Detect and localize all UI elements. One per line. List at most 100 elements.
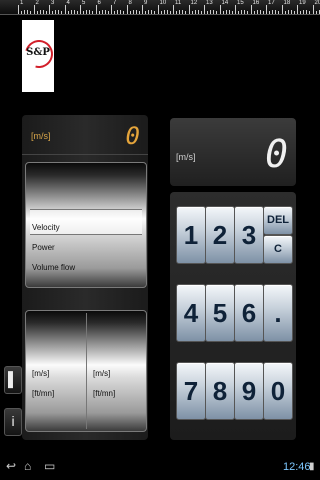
picker-item-velocity[interactable]: Velocity	[32, 223, 60, 232]
ruler-minor-tick	[269, 11, 271, 14]
ruler-minor-tick	[114, 11, 116, 14]
home-icon[interactable]: ⌂	[24, 459, 31, 473]
ruler-minor-tick	[129, 11, 131, 14]
delete-button[interactable]: DEL	[263, 206, 293, 235]
key-3[interactable]: 3	[234, 206, 264, 264]
ruler: 1 2 3 4 5 6 7 8 9 10 11 12 13 14 15 16 17 18 19 20	[0, 0, 320, 15]
ruler-minor-tick	[216, 11, 218, 14]
ruler-major-tick	[111, 5, 112, 14]
back-icon[interactable]: ↩	[6, 459, 16, 473]
ruler-minor-tick	[160, 11, 162, 14]
ruler-minor-tick	[36, 11, 38, 14]
ruler-major-tick	[126, 5, 128, 14]
ruler-major-tick	[188, 5, 190, 14]
unit-picker-left-top: [m/s]	[32, 369, 50, 378]
ruler-major-tick	[204, 5, 205, 14]
ruler-minor-tick	[92, 11, 94, 14]
picker-item-power[interactable]: Power	[32, 243, 55, 252]
ruler-minor-tick	[284, 11, 286, 14]
ruler-number: 7	[113, 0, 117, 6]
signal-icon: ▮	[309, 461, 315, 472]
ruler-minor-tick	[107, 11, 109, 14]
ruler-major-tick	[173, 5, 174, 14]
ruler-minor-tick	[213, 10, 215, 14]
ruler-number: 10	[159, 0, 167, 6]
key-4[interactable]: 4	[176, 284, 206, 342]
display-unit-label: [m/s]	[176, 152, 196, 162]
ruler-minor-tick	[179, 10, 181, 14]
key-9[interactable]: 9	[234, 362, 264, 420]
clear-button[interactable]: C	[263, 235, 293, 264]
ruler-major-tick	[266, 5, 267, 14]
ruler-number: 16	[252, 0, 260, 6]
ruler-number: 13	[206, 0, 213, 6]
ruler-minor-tick	[67, 11, 69, 14]
ruler-number: 5	[82, 0, 86, 6]
unit-picker[interactable]: [m/s] [ft/mn] [m/s] [ft/mn]	[25, 310, 147, 432]
ruler-minor-tick	[200, 11, 202, 14]
ruler-minor-tick	[207, 11, 209, 14]
ruler-major-tick	[235, 5, 236, 14]
ruler-minor-tick	[39, 10, 41, 14]
recent-apps-icon[interactable]: ▭	[44, 459, 55, 473]
ruler-minor-tick	[98, 11, 100, 14]
ruler-minor-tick	[231, 11, 233, 14]
ruler-major-tick	[18, 5, 19, 14]
ruler-minor-tick	[303, 10, 305, 14]
ruler-minor-tick	[306, 10, 308, 14]
ruler-major-tick	[312, 5, 314, 14]
side-toggle-button[interactable]: ▌	[4, 366, 22, 394]
ruler-number: 2	[35, 0, 39, 6]
ruler-number: 6	[97, 0, 101, 6]
key-1[interactable]: 1	[176, 206, 206, 264]
ruler-minor-tick	[275, 10, 277, 14]
ruler-major-tick	[80, 5, 81, 14]
key-5[interactable]: 5	[205, 284, 235, 342]
ruler-minor-tick	[293, 11, 295, 14]
ruler-minor-tick	[58, 10, 60, 14]
ruler-minor-tick	[138, 11, 140, 14]
key-8[interactable]: 8	[205, 362, 235, 420]
ruler-minor-tick	[210, 10, 212, 14]
ruler-minor-tick	[120, 10, 122, 14]
ruler-minor-tick	[45, 11, 47, 14]
ruler-number: 14	[221, 0, 229, 6]
ruler-minor-tick	[21, 11, 23, 14]
key-2[interactable]: 2	[205, 206, 235, 264]
ruler-minor-tick	[145, 11, 147, 14]
ruler-minor-tick	[262, 11, 264, 14]
ruler-minor-tick	[27, 10, 29, 14]
ruler-minor-tick	[151, 10, 153, 14]
ruler-minor-tick	[52, 11, 54, 14]
ruler-minor-tick	[182, 10, 184, 14]
ruler-minor-tick	[70, 10, 72, 14]
ruler-minor-tick	[76, 11, 78, 14]
ruler-minor-tick	[166, 10, 168, 14]
ruler-minor-tick	[247, 11, 249, 14]
ruler-minor-tick	[101, 10, 103, 14]
logo-text: S&P	[26, 47, 50, 58]
ruler-minor-tick	[315, 11, 317, 14]
unit-picker-column-right[interactable]: [m/s] [ft/mn]	[87, 311, 146, 431]
key-7[interactable]: 7	[176, 362, 206, 420]
ruler-major-tick	[142, 5, 143, 14]
ruler-minor-tick	[241, 10, 243, 14]
ruler-number: 20	[314, 0, 320, 6]
info-button[interactable]: i	[4, 408, 22, 436]
ruler-minor-tick	[309, 11, 311, 14]
display-panel: [m/s] 0	[170, 118, 296, 186]
left-value: 0	[125, 122, 140, 150]
key-6[interactable]: 6	[234, 284, 264, 342]
ruler-minor-tick	[83, 11, 85, 14]
key-decimal[interactable]: .	[263, 284, 293, 342]
unit-picker-right-top: [m/s]	[93, 369, 111, 378]
picker-item-volume-flow[interactable]: Volume flow	[32, 263, 75, 272]
key-0[interactable]: 0	[263, 362, 293, 420]
ruler-major-tick	[250, 5, 252, 14]
ruler-minor-tick	[185, 11, 187, 14]
unit-picker-column-left[interactable]: [m/s] [ft/mn]	[26, 311, 85, 431]
quantity-picker[interactable]: Velocity Power Volume flow	[25, 162, 147, 288]
clock: 12:46	[283, 461, 311, 473]
ruler-minor-tick	[222, 11, 224, 14]
ruler-minor-tick	[135, 10, 137, 14]
